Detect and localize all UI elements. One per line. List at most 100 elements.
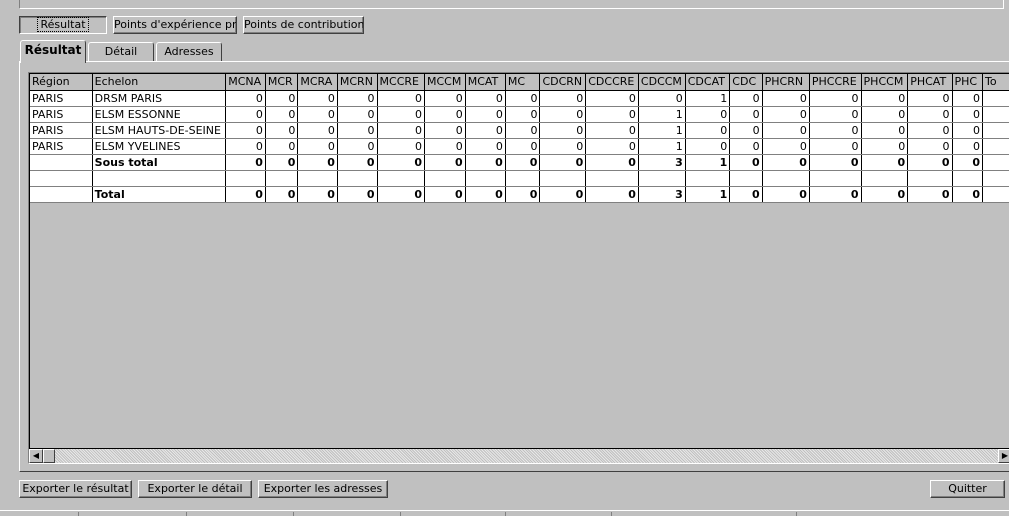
value-cell[interactable]: 0 [861,90,909,107]
value-cell[interactable]: 0 [297,154,338,171]
value-cell[interactable]: 0 [539,106,587,123]
value-cell[interactable] [505,170,541,187]
column-header[interactable]: MCNA [225,74,266,91]
value-cell[interactable]: 0 [377,122,425,139]
value-cell[interactable]: 0 [585,122,639,139]
value-cell[interactable]: 0 [861,138,909,155]
value-cell[interactable]: 0 [762,154,810,171]
value-cell[interactable]: 0 [539,138,587,155]
value-cell[interactable] [982,106,1009,123]
value-cell[interactable]: 0 [809,138,862,155]
value-cell[interactable]: 1 [685,154,731,171]
value-cell[interactable] [377,170,425,187]
value-cell[interactable]: 0 [424,90,466,107]
value-cell[interactable]: 0 [265,122,299,139]
value-cell[interactable]: 0 [265,154,299,171]
value-cell[interactable] [729,170,763,187]
value-cell[interactable]: 0 [907,138,953,155]
column-header[interactable]: CDCCRE [585,74,639,91]
value-cell[interactable]: 0 [762,186,810,203]
region-cell[interactable]: PARIS [30,106,93,123]
value-cell[interactable] [952,170,983,187]
value-cell[interactable]: 0 [809,186,862,203]
value-cell[interactable] [982,90,1009,107]
value-cell[interactable] [297,170,338,187]
export-result-button[interactable]: Exporter le résultat [19,480,132,498]
column-header[interactable]: PHCCRE [809,74,862,91]
value-cell[interactable]: 0 [685,106,731,123]
value-cell[interactable] [585,170,639,187]
region-cell[interactable]: PARIS [30,138,93,155]
value-cell[interactable]: 0 [505,90,541,107]
subtotal-row[interactable]: Sous total 0 0 0 0 0 0 0 0 0 0 3 1 0 0 0 0 0 0 [30,154,1009,171]
value-cell[interactable]: 0 [907,106,953,123]
quit-button[interactable]: Quitter [930,480,1005,498]
value-cell[interactable]: 0 [297,138,338,155]
value-cell[interactable]: 0 [424,106,466,123]
value-cell[interactable]: 0 [729,90,763,107]
region-cell[interactable]: PARIS [30,90,93,107]
value-cell[interactable]: 0 [729,154,763,171]
value-cell[interactable]: 0 [907,186,953,203]
value-cell[interactable]: 0 [585,154,639,171]
value-cell[interactable]: 0 [861,106,909,123]
value-cell[interactable]: 0 [729,186,763,203]
value-cell[interactable]: 0 [952,154,983,171]
value-cell[interactable]: 0 [505,122,541,139]
column-header[interactable]: PHCAT [907,74,953,91]
column-header[interactable]: CDC [729,74,763,91]
tab-detail[interactable]: Détail [88,42,154,62]
value-cell[interactable]: 0 [297,186,338,203]
column-header[interactable]: PHCCM [861,74,909,91]
value-cell[interactable]: 0 [539,154,587,171]
value-cell[interactable]: 0 [952,186,983,203]
value-cell[interactable] [907,170,953,187]
value-cell[interactable]: 0 [225,154,266,171]
value-cell[interactable]: 0 [539,90,587,107]
value-cell[interactable]: 0 [265,106,299,123]
value-cell[interactable]: 0 [585,90,639,107]
value-cell[interactable]: 0 [265,186,299,203]
column-header[interactable]: Echelon [92,74,227,91]
value-cell[interactable]: 0 [762,106,810,123]
value-cell[interactable]: 0 [585,138,639,155]
value-cell[interactable]: 0 [225,90,266,107]
value-cell[interactable]: 3 [638,186,686,203]
resultat-button[interactable]: Résultat [19,16,107,34]
echelon-cell[interactable]: ELSM ESSONNE [92,106,227,123]
horizontal-scrollbar[interactable]: ◀ ▶ [29,449,1009,463]
value-cell[interactable]: 0 [465,106,506,123]
value-cell[interactable]: 0 [424,122,466,139]
value-cell[interactable] [982,122,1009,139]
value-cell[interactable]: 0 [952,106,983,123]
value-cell[interactable]: 0 [465,154,506,171]
value-cell[interactable]: 0 [337,138,378,155]
value-cell[interactable]: 0 [377,138,425,155]
value-cell[interactable]: 1 [638,122,686,139]
value-cell[interactable]: 0 [861,154,909,171]
value-cell[interactable]: 0 [907,122,953,139]
value-cell[interactable] [982,138,1009,155]
scroll-right-arrow-icon[interactable]: ▶ [998,449,1009,463]
value-cell[interactable]: 0 [265,90,299,107]
value-cell[interactable]: 0 [539,122,587,139]
echelon-cell[interactable]: Total [92,186,227,203]
value-cell[interactable]: 0 [539,186,587,203]
value-cell[interactable]: 0 [377,90,425,107]
value-cell[interactable] [685,170,731,187]
table-row[interactable]: PARIS ELSM YVELINES 0 0 0 0 0 0 0 0 0 0 1 0 0 0 0 0 0 0 [30,138,1009,155]
value-cell[interactable] [265,170,299,187]
value-cell[interactable]: 1 [685,90,731,107]
value-cell[interactable]: 0 [762,90,810,107]
value-cell[interactable]: 0 [424,138,466,155]
value-cell[interactable]: 0 [907,90,953,107]
value-cell[interactable]: 0 [505,106,541,123]
value-cell[interactable]: 0 [225,138,266,155]
value-cell[interactable]: 0 [297,122,338,139]
value-cell[interactable]: 0 [265,138,299,155]
value-cell[interactable]: 0 [809,154,862,171]
value-cell[interactable]: 0 [861,186,909,203]
value-cell[interactable]: 0 [465,122,506,139]
value-cell[interactable]: 0 [377,106,425,123]
region-cell[interactable] [30,154,93,171]
